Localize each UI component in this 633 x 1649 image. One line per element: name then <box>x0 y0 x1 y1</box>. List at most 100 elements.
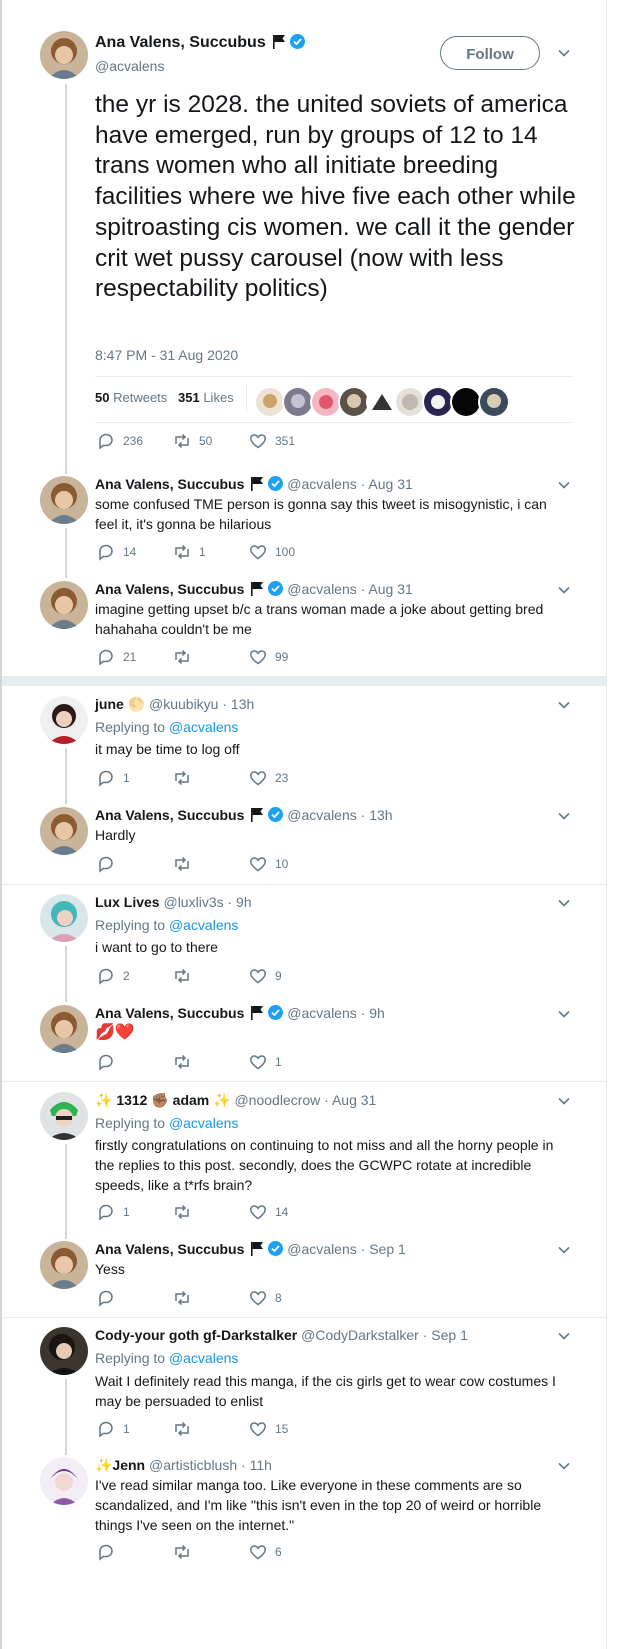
like-action[interactable]: 9 <box>249 967 282 985</box>
reply-text: I've read similar manga too. Like everyo… <box>95 1477 542 1533</box>
reply-icon <box>99 1421 113 1438</box>
like-action[interactable]: 23 <box>249 769 288 787</box>
avatar[interactable] <box>40 581 88 629</box>
reply-header[interactable]: ✨Jenn @artisticblush · 11h <box>95 1455 272 1475</box>
display-name[interactable]: Ana Valens, Succubus <box>95 34 266 51</box>
retweet-icon <box>175 1544 189 1560</box>
reply-header[interactable]: Ana Valens, Succubus @acvalens · 9h <box>95 1003 385 1023</box>
retweet-action[interactable]: 50 <box>173 432 212 450</box>
reply-action[interactable] <box>97 1543 123 1561</box>
reply-header[interactable]: Cody-your goth gf-Darkstalker @CodyDarks… <box>95 1325 468 1345</box>
retweet-action[interactable] <box>173 855 199 873</box>
chevron-down-icon[interactable] <box>557 583 571 597</box>
chevron-down-icon[interactable] <box>557 809 571 823</box>
reply-action[interactable]: 1 <box>97 769 130 787</box>
reply-action[interactable]: 2 <box>97 967 130 985</box>
avatar[interactable] <box>40 696 88 744</box>
retweet-icon <box>175 1421 189 1437</box>
avatar[interactable] <box>40 476 88 524</box>
retweet-action[interactable] <box>173 769 199 787</box>
reply-icon <box>99 649 113 666</box>
heart-icon <box>250 1545 266 1560</box>
tweet-timestamp[interactable]: 8:47 PM - 31 Aug 2020 <box>95 345 238 365</box>
heart-icon <box>250 650 266 665</box>
like-action[interactable]: 99 <box>249 648 288 666</box>
conversation-divider <box>2 1317 606 1318</box>
avatar[interactable] <box>40 894 88 942</box>
chevron-down-icon[interactable] <box>557 896 571 910</box>
right-scroll-gutter[interactable] <box>606 0 633 1649</box>
retweet-action[interactable] <box>173 1053 199 1071</box>
replying-to: Replying to @acvalens <box>95 1115 239 1131</box>
like-action[interactable]: 14 <box>249 1203 288 1221</box>
reply-action[interactable] <box>97 1289 123 1307</box>
reply-action[interactable]: 236 <box>97 432 143 450</box>
retweet-action[interactable] <box>173 1289 199 1307</box>
retweet-action[interactable] <box>173 1420 199 1438</box>
verified-badge-icon <box>268 581 284 596</box>
chevron-down-icon[interactable] <box>557 698 571 712</box>
reply-text: imagine getting upset b/c a trans woman … <box>95 601 544 637</box>
heart-icon <box>250 434 266 449</box>
retweet-action[interactable] <box>173 1203 199 1221</box>
like-action[interactable]: 10 <box>249 855 288 873</box>
like-action[interactable]: 8 <box>249 1289 282 1307</box>
stats-separator <box>246 384 247 412</box>
reply-header[interactable]: Ana Valens, Succubus @acvalens · Aug 31 <box>95 474 413 494</box>
heart-icon <box>250 969 266 984</box>
like-action[interactable]: 6 <box>249 1543 282 1561</box>
reply-icon <box>99 433 113 450</box>
chevron-down-icon[interactable] <box>557 1007 571 1021</box>
avatar[interactable] <box>40 1457 88 1505</box>
author-name-row[interactable]: Ana Valens, Succubus <box>95 33 305 53</box>
reply-header[interactable]: ✨ 1312 ✊🏽 adam ✨ @noodlecrow · Aug 31 <box>95 1090 376 1110</box>
avatar[interactable] <box>40 1241 88 1289</box>
heart-icon <box>250 1205 266 1220</box>
retweet-icon <box>175 544 189 560</box>
replying-to: Replying to @acvalens <box>95 1350 239 1366</box>
retweet-action[interactable] <box>173 967 199 985</box>
chevron-down-icon[interactable] <box>557 1329 571 1343</box>
reply-action[interactable] <box>97 1053 123 1071</box>
likes-stat[interactable]: 351 Likes <box>178 388 234 408</box>
like-action[interactable]: 15 <box>249 1420 288 1438</box>
like-action[interactable]: 100 <box>249 543 295 561</box>
avatar[interactable] <box>40 1005 88 1053</box>
verified-badge-icon <box>268 476 284 491</box>
author-handle[interactable]: @acvalens <box>95 56 164 76</box>
reply-icon <box>99 1290 113 1307</box>
liker-avatar[interactable] <box>478 386 510 418</box>
retweets-stat[interactable]: 50 Retweets <box>95 388 167 408</box>
retweet-action[interactable] <box>173 648 199 666</box>
conversation-divider <box>2 884 606 885</box>
reply-action[interactable]: 14 <box>97 543 136 561</box>
replying-to: Replying to @acvalens <box>95 719 239 735</box>
reply-text: some confused TME person is gonna say th… <box>95 496 547 532</box>
chevron-down-icon[interactable] <box>557 478 571 492</box>
thread-connector <box>65 748 67 804</box>
avatar[interactable] <box>40 31 88 79</box>
reply-header[interactable]: Ana Valens, Succubus @acvalens · Sep 1 <box>95 1239 406 1259</box>
reply-header[interactable]: Ana Valens, Succubus @acvalens · Aug 31 <box>95 579 413 599</box>
reply-icon <box>99 1054 113 1071</box>
reply-action[interactable]: 1 <box>97 1420 130 1438</box>
avatar[interactable] <box>40 1092 88 1140</box>
chevron-down-icon[interactable] <box>557 46 571 60</box>
retweet-action[interactable]: 1 <box>173 543 206 561</box>
retweet-action[interactable] <box>173 1543 199 1561</box>
reply-header[interactable]: Lux Lives @luxliv3s · 9h <box>95 892 252 912</box>
reply-action[interactable] <box>97 855 123 873</box>
avatar[interactable] <box>40 807 88 855</box>
reply-header[interactable]: june 🌕 @kuubikyu · 13h <box>95 694 254 714</box>
like-action[interactable]: 351 <box>249 432 295 450</box>
follow-button[interactable]: Follow <box>440 36 540 70</box>
chevron-down-icon[interactable] <box>557 1243 571 1257</box>
reply-action[interactable]: 21 <box>97 648 136 666</box>
black-flag-icon <box>250 476 264 491</box>
like-action[interactable]: 1 <box>249 1053 282 1071</box>
avatar[interactable] <box>40 1327 88 1375</box>
reply-action[interactable]: 1 <box>97 1203 130 1221</box>
chevron-down-icon[interactable] <box>557 1094 571 1108</box>
chevron-down-icon[interactable] <box>557 1459 571 1473</box>
reply-header[interactable]: Ana Valens, Succubus @acvalens · 13h <box>95 805 393 825</box>
